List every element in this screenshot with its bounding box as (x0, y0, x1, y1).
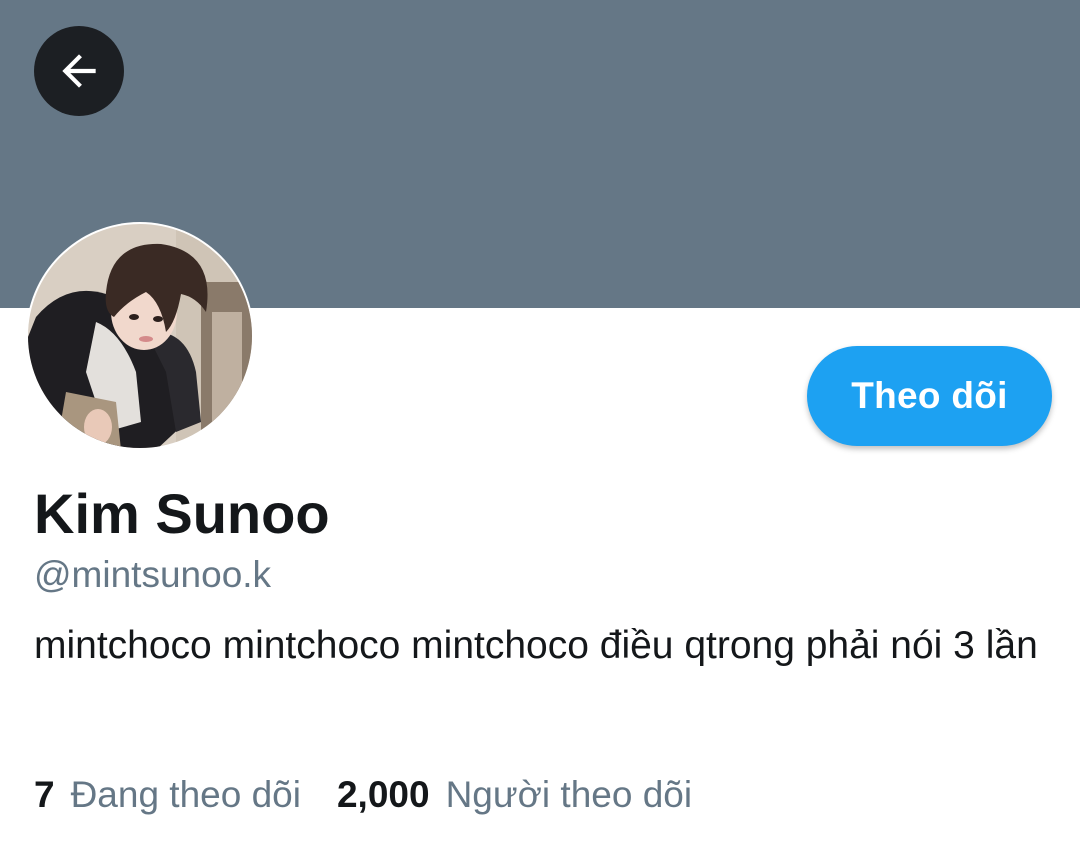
display-name: Kim Sunoo (34, 482, 330, 545)
followers-label: Người theo dõi (445, 774, 693, 815)
followers-count: 2,000 (336, 774, 430, 815)
followers-stat[interactable]: 2,000 Người theo dõi (337, 770, 692, 820)
profile-bio: mintchoco mintchoco mintchoco điều qtron… (34, 624, 1038, 667)
following-stat[interactable]: 7 Đang theo dõi (34, 770, 301, 820)
following-label: Đang theo dõi (70, 774, 301, 815)
user-handle: @mintsunoo.k (34, 554, 272, 595)
profile-photo (28, 224, 252, 448)
avatar[interactable] (26, 222, 254, 450)
profile-stats: 7 Đang theo dõi 2,000 Người theo dõi (34, 770, 692, 820)
back-button[interactable] (34, 26, 124, 116)
following-count: 7 (34, 774, 55, 815)
arrow-left-icon (62, 54, 96, 88)
follow-button[interactable]: Theo dõi (807, 346, 1052, 446)
profile-page: Theo dõi Kim Sunoo @mintsunoo.k mintchoc… (0, 0, 1080, 864)
